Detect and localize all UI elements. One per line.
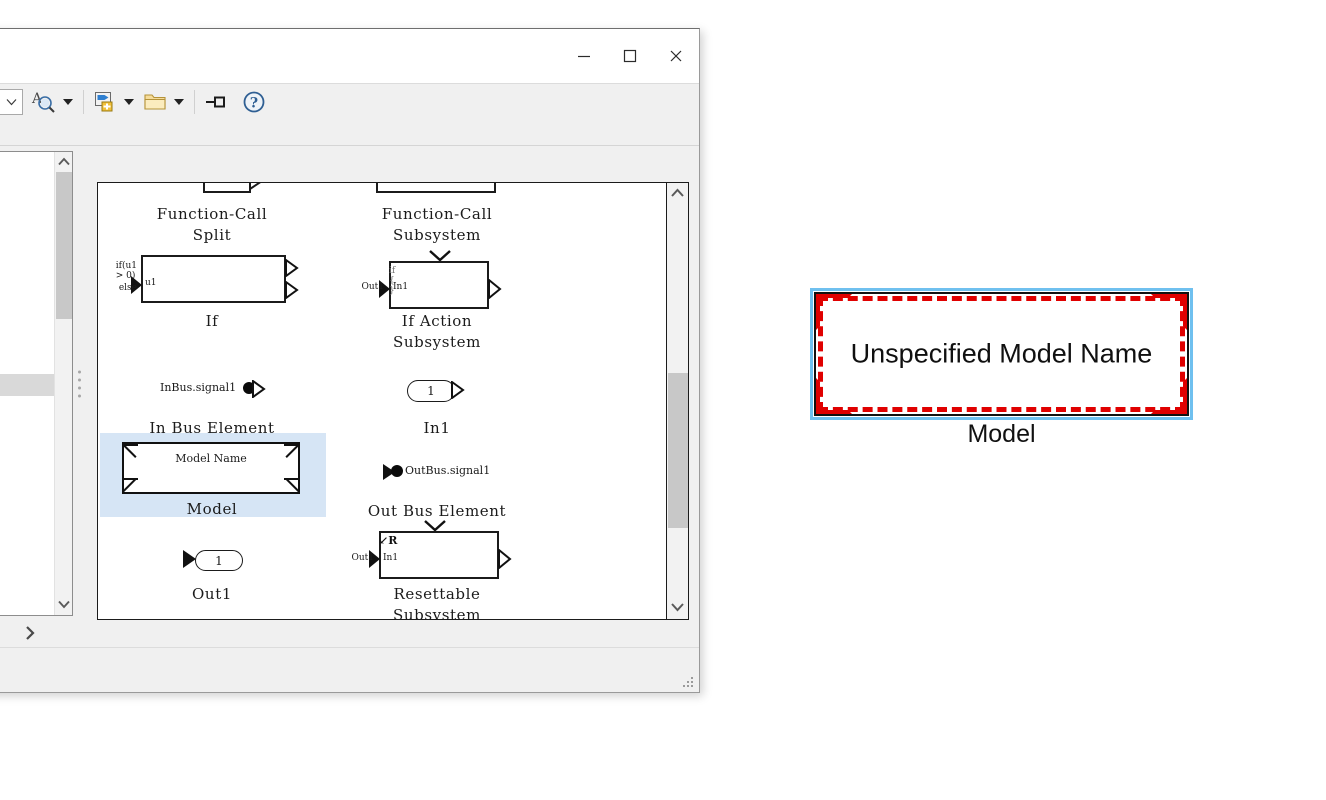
chevron-right-icon — [26, 626, 35, 640]
output-port-arrow-icon — [285, 259, 299, 277]
pin-window-button[interactable] — [202, 88, 228, 116]
block-label-out1: Out1 — [192, 585, 232, 603]
open-library-button[interactable] — [141, 88, 169, 116]
find-magnifier-icon: A — [31, 91, 55, 113]
library-toolbar: A ? — [0, 83, 699, 121]
open-library-dropdown[interactable] — [174, 99, 184, 105]
minimize-icon — [578, 55, 590, 58]
in1-value: 1 — [407, 380, 455, 402]
canvas-model-block[interactable]: Unspecified Model Name — [810, 288, 1193, 420]
block-label-function-call-subsystem: Function-Call Subsystem — [381, 205, 493, 244]
simulink-library-browser-window: A ? Function-Call Split Function-Call Su… — [0, 28, 700, 693]
canvas-model-block-caption: Model — [967, 420, 1036, 448]
chevron-down-icon — [6, 99, 16, 106]
if-output-label-1: if(u1 > 0) — [115, 261, 137, 281]
close-icon — [670, 50, 682, 62]
output-port-arrow-icon — [498, 549, 512, 569]
tree-scroll-up-button[interactable] — [55, 152, 72, 170]
toolbar-separator-2 — [194, 90, 195, 114]
library-tree-panel[interactable] — [0, 151, 73, 616]
chevron-down-icon — [671, 603, 684, 612]
help-question-icon: ? — [243, 91, 265, 113]
output-port-arrow-icon — [252, 380, 266, 398]
maximize-button[interactable] — [607, 36, 653, 76]
resettable-input-label: In1 — [383, 553, 399, 563]
output-port-arrow-icon — [249, 183, 261, 190]
block-label-if: If — [205, 312, 219, 330]
folder-icon — [144, 94, 166, 110]
tree-scroll-thumb[interactable] — [56, 172, 72, 319]
bus-dot-icon — [391, 465, 403, 477]
help-button[interactable]: ? — [240, 88, 268, 116]
pin-icon — [206, 96, 225, 108]
model-inner-label: Model Name — [175, 452, 247, 465]
find-blocks-dropdown[interactable] — [63, 99, 73, 105]
maximize-icon — [623, 49, 637, 63]
tree-row-selected[interactable] — [0, 374, 58, 396]
block-model[interactable]: Model Name — [122, 442, 300, 494]
library-scroll-up-button[interactable] — [667, 183, 688, 203]
splitter-dots — [78, 370, 81, 397]
chevron-down-icon — [57, 600, 70, 608]
resize-grip-icon[interactable] — [683, 677, 693, 687]
chevron-up-icon — [671, 188, 684, 197]
if-action-input-label: In1 — [393, 282, 409, 292]
model-block-title: Unspecified Model Name — [850, 338, 1153, 369]
block-label-out-bus-element: Out Bus Element — [367, 502, 507, 520]
find-blocks-button[interactable]: A — [29, 88, 58, 116]
output-port-arrow-icon — [285, 281, 299, 299]
if-output-label-2: else — [118, 283, 137, 293]
library-browser-body: Function-Call Split Function-Call Subsys… — [0, 146, 699, 648]
close-button[interactable] — [653, 36, 699, 76]
out1-value: 1 — [195, 550, 243, 571]
window-statusbar — [0, 647, 699, 692]
resettable-output-label: Out1 — [351, 553, 374, 563]
out-bus-signal-label: OutBus.signal1 — [405, 464, 491, 477]
block-label-in-bus-element: In Bus Element — [149, 419, 275, 437]
library-scroll-down-button[interactable] — [667, 597, 688, 617]
minimize-button[interactable] — [561, 36, 607, 76]
add-to-library-dropdown[interactable] — [124, 99, 134, 105]
block-label-model: Model — [186, 500, 238, 518]
block-label-in1: In1 — [423, 419, 451, 437]
add-to-library-button[interactable] — [91, 88, 119, 116]
block-label-if-action-subsystem: If Action Subsystem — [393, 312, 481, 351]
window-controls — [561, 29, 699, 83]
library-scrollbar[interactable] — [666, 183, 688, 619]
tree-expand-button[interactable] — [0, 618, 73, 648]
svg-text:?: ? — [250, 96, 258, 112]
toolbar-secondary-strip — [0, 119, 699, 146]
panel-splitter[interactable] — [76, 151, 84, 616]
library-canvas[interactable]: Function-Call Split Function-Call Subsys… — [98, 183, 667, 619]
block-label-function-call-split: Function-Call Split — [156, 205, 268, 244]
output-port-arrow-icon — [488, 279, 502, 299]
tree-scroll-down-button[interactable] — [55, 595, 72, 613]
in-bus-signal-label: InBus.signal1 — [160, 381, 237, 394]
if-action-output-label: Out1 — [361, 282, 384, 292]
search-dropdown-button[interactable] — [0, 89, 23, 115]
chevron-up-icon — [57, 157, 70, 165]
block-label-resettable-subsystem: Resettable Subsystem — [393, 585, 481, 619]
window-titlebar — [0, 29, 699, 83]
library-blocks-panel[interactable]: Function-Call Split Function-Call Subsys… — [97, 182, 689, 620]
output-port-arrow-icon — [451, 381, 465, 399]
tree-scrollbar[interactable] — [54, 152, 72, 615]
toolbar-separator-1 — [83, 90, 84, 114]
library-scroll-thumb[interactable] — [668, 373, 688, 528]
if-input-label: u1 — [145, 278, 157, 288]
add-block-icon — [95, 92, 113, 112]
